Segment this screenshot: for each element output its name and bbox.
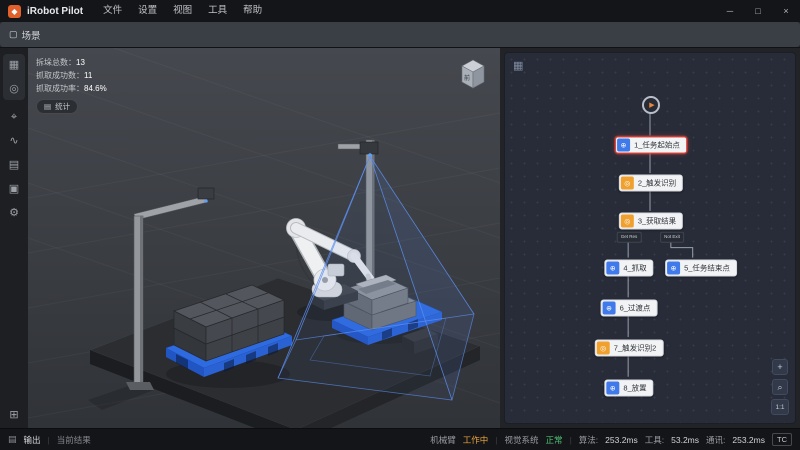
flow-panel-wrapper: ▦ ▶ ⊕	[500, 48, 800, 428]
node-label: 4_抓取	[623, 263, 646, 274]
window-controls: ─ □ ×	[716, 0, 800, 22]
move-node-icon: ⊕	[606, 262, 619, 275]
3d-viewport[interactable]: 拆垛总数：13 抓取成功数：11 抓取成功率：84.6% ▤ 统计 前	[28, 48, 500, 428]
trajectory-icon[interactable]: ∿	[5, 134, 23, 148]
output-icon: ▤	[8, 434, 17, 445]
algo-time-label: 算法:	[579, 434, 598, 446]
flow-node-trigger-vision-2[interactable]: ◎ 7_触发识别2	[595, 340, 664, 357]
robot-status-value: 工作中	[463, 434, 489, 446]
main-area: ▦ ◎ ⌖ ∿ ▤ ▣ ⚙ ⊞	[0, 48, 800, 428]
node-label: 7_触发识别2	[614, 343, 657, 354]
tool-time-value: 53.2ms	[671, 435, 699, 445]
statistics-toggle-button[interactable]: ▤ 统计	[36, 99, 78, 114]
maximize-button[interactable]: □	[744, 0, 772, 22]
flow-node-task-start[interactable]: ⊕ 1_任务起始点	[615, 137, 687, 154]
scene-icon: ▢	[9, 29, 18, 40]
move-node-icon: ⊕	[667, 262, 680, 275]
vision-status-value: 正常	[546, 434, 563, 446]
node-port-get-res[interactable]: Get Res	[617, 232, 642, 243]
flow-node-get-result[interactable]: ◎ 3_获取结果	[619, 213, 683, 230]
flow-zoom-controls: + ⌕ 1:1	[771, 359, 789, 415]
zoom-reset-button[interactable]: 1:1	[771, 399, 789, 415]
zoom-in-button[interactable]: +	[772, 359, 788, 375]
move-node-icon: ⊕	[603, 302, 616, 315]
vision-node-icon: ◎	[621, 177, 634, 190]
move-node-icon: ⊕	[606, 382, 619, 395]
status-indicators: 机械臂 工作中 | 视觉系统 正常 | 算法: 253.2ms 工具: 53.2…	[430, 433, 792, 446]
flow-node-trigger-vision[interactable]: ◎ 2_触发识别	[619, 175, 683, 192]
flow-layout-icon[interactable]: ▦	[513, 59, 523, 72]
view-toggle: ▢ 场景 ≡ 任务	[746, 26, 792, 44]
flow-node-transition[interactable]: ⊕ 6_过渡点	[601, 300, 658, 317]
gear-icon[interactable]: ⚙	[5, 206, 23, 220]
mode-indicator[interactable]: TC	[772, 433, 792, 446]
view-cube[interactable]: 前	[456, 56, 490, 92]
flow-node-place[interactable]: ⊕ 8_放置	[604, 380, 653, 397]
camera-frustum	[278, 156, 474, 400]
scene-view-button[interactable]: ▢ 场景	[0, 22, 800, 47]
vision-node-icon: ◎	[597, 342, 610, 355]
node-label: 8_放置	[623, 383, 646, 394]
camera-icon[interactable]: ◎	[5, 82, 23, 96]
play-icon: ▶	[649, 101, 654, 109]
algo-time-value: 253.2ms	[605, 435, 638, 445]
app-logo-icon: ◆	[8, 5, 21, 18]
left-toolbar: ▦ ◎ ⌖ ∿ ▤ ▣ ⚙ ⊞	[0, 48, 28, 428]
toolbar: ▣ 拆垛典型工程 仿真 ▾ ▶ ■ ×2 ◷ 00:00:00 ▢ 场景 ≡ 任…	[0, 22, 800, 48]
vision-status-label: 视觉系统	[505, 434, 539, 446]
menu-settings[interactable]: 设置	[130, 0, 165, 22]
menu-file[interactable]: 文件	[95, 0, 130, 22]
comm-time-value: 253.2ms	[732, 435, 765, 445]
node-label: 3_获取结果	[638, 216, 676, 227]
package-icon[interactable]: ⊞	[5, 408, 23, 422]
stat-row: 拆垛总数：13	[36, 56, 107, 69]
flow-start-node[interactable]: ▶	[642, 96, 660, 114]
scene-view-label: 场景	[22, 28, 41, 42]
calibration-icon[interactable]: ⌖	[5, 110, 23, 124]
zoom-search-button[interactable]: ⌕	[772, 379, 788, 395]
app-title: iRobot Pilot	[27, 6, 83, 17]
task-flow-panel[interactable]: ▦ ▶ ⊕	[504, 52, 796, 424]
bar-chart-icon: ▤	[44, 100, 51, 113]
app-window: ◆ iRobot Pilot 文件 设置 视图 工具 帮助 ─ □ × ▣ 拆垛…	[0, 0, 800, 450]
stat-row: 抓取成功数：11	[36, 69, 107, 82]
output-tab[interactable]: 输出	[24, 434, 41, 446]
node-label: 2_触发识别	[638, 178, 676, 189]
scene-tree-icon[interactable]: ▦	[5, 58, 23, 72]
status-bar: ▤ 输出 | 当前结果 机械臂 工作中 | 视觉系统 正常 | 算法: 253.…	[0, 428, 800, 450]
menu-help[interactable]: 帮助	[235, 0, 270, 22]
minimize-button[interactable]: ─	[716, 0, 744, 22]
node-label: 5_任务结束点	[684, 263, 730, 274]
flow-node-grab[interactable]: ⊕ 4_抓取	[604, 260, 653, 277]
menu-tools[interactable]: 工具	[200, 0, 235, 22]
current-result-tab[interactable]: 当前结果	[57, 434, 91, 446]
vision-node-icon: ◎	[621, 215, 634, 228]
node-port-exit[interactable]: Not Exit	[660, 232, 684, 243]
sidebar-group: ▦ ◎	[3, 54, 25, 100]
robot-status-label: 机械臂	[430, 434, 456, 446]
comm-time-label: 通讯:	[706, 434, 725, 446]
close-button[interactable]: ×	[772, 0, 800, 22]
statistics-icon[interactable]: ▤	[5, 158, 23, 172]
stat-row: 抓取成功率：84.6%	[36, 82, 107, 95]
library-icon[interactable]: ▣	[5, 182, 23, 196]
menubar: 文件 设置 视图 工具 帮助	[95, 0, 270, 22]
move-node-icon: ⊕	[617, 139, 630, 152]
node-label: 1_任务起始点	[634, 140, 680, 151]
node-label: 6_过渡点	[620, 303, 651, 314]
view-cube-label: 前	[464, 74, 470, 82]
menu-view[interactable]: 视图	[165, 0, 200, 22]
tool-time-label: 工具:	[645, 434, 664, 446]
statistics-toggle-label: 统计	[55, 100, 70, 113]
flow-node-task-end[interactable]: ⊕ 5_任务结束点	[665, 260, 737, 277]
titlebar: ◆ iRobot Pilot 文件 设置 视图 工具 帮助 ─ □ ×	[0, 0, 800, 22]
grab-statistics: 拆垛总数：13 抓取成功数：11 抓取成功率：84.6% ▤ 统计	[36, 56, 107, 114]
